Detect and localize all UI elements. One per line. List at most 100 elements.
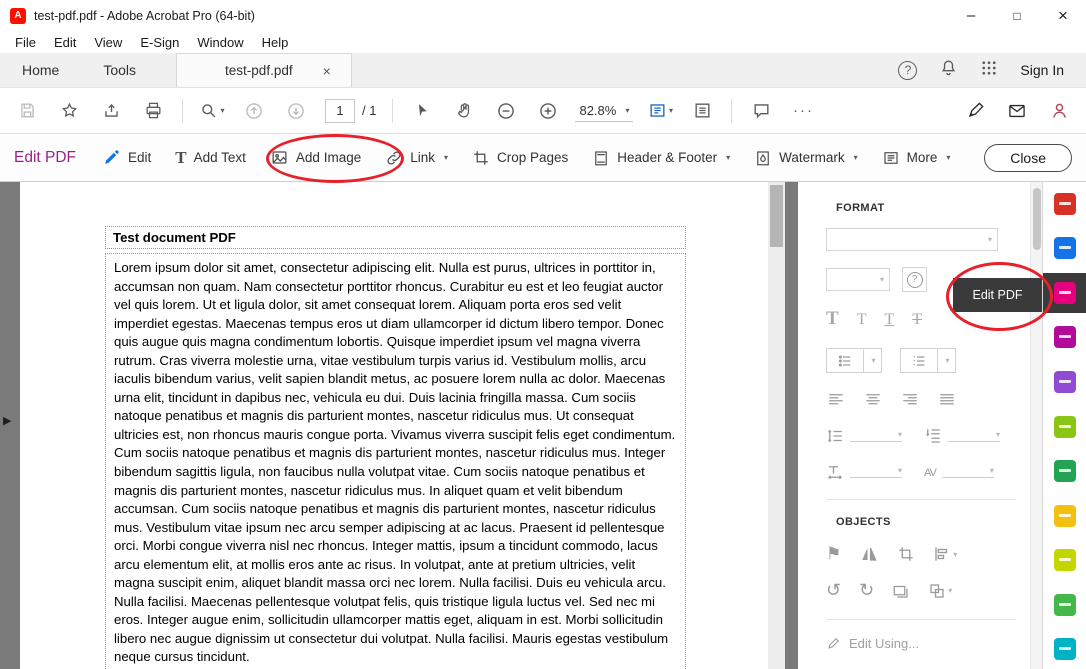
font-size-dropdown[interactable]: [826, 268, 890, 291]
edit-button[interactable]: Edit: [102, 148, 151, 167]
align-right-icon[interactable]: [900, 391, 920, 409]
watermark-label: Watermark: [779, 150, 845, 165]
sign-pen-icon[interactable]: [958, 94, 992, 128]
rail-export-pdf-icon[interactable]: [1043, 184, 1086, 224]
tab-close-icon[interactable]: [319, 63, 335, 79]
rotate-clockwise-icon[interactable]: [859, 580, 874, 601]
panel-scrollbar-thumb[interactable]: [1033, 188, 1041, 250]
rail-create-pdf-icon[interactable]: [1043, 229, 1086, 269]
replace-image-icon[interactable]: [892, 582, 910, 600]
menu-esign[interactable]: E-Sign: [131, 33, 188, 52]
crop-object-icon[interactable]: [897, 545, 915, 563]
rail-prepare-form-icon[interactable]: [1043, 407, 1086, 447]
close-edit-mode-button[interactable]: Close: [984, 144, 1072, 172]
reading-mode-button[interactable]: [685, 94, 719, 128]
chevron-down-icon: [625, 106, 629, 115]
panel-scrollbar[interactable]: [1030, 182, 1042, 669]
rail-compress-pdf-icon[interactable]: [1043, 629, 1086, 669]
chevron-down-icon: [898, 430, 902, 439]
hand-tool-button[interactable]: [447, 94, 481, 128]
align-objects-dropdown[interactable]: [933, 545, 957, 563]
pdf-page[interactable]: Test document PDF Lorem ipsum dolor sit …: [20, 182, 768, 669]
document-scrollbar-thumb[interactable]: [770, 185, 783, 247]
minimize-button[interactable]: [948, 0, 994, 31]
watermark-dropdown-button[interactable]: Watermark: [754, 149, 858, 167]
tab-tools[interactable]: Tools: [81, 53, 158, 87]
sign-in-button[interactable]: Sign In: [1020, 62, 1064, 78]
rail-scan-ocr-icon[interactable]: [1043, 585, 1086, 625]
document-scrollbar[interactable]: [768, 182, 785, 669]
comment-button[interactable]: [744, 94, 778, 128]
strikethrough-icon[interactable]: [912, 311, 922, 329]
chevron-down-icon: [996, 430, 1000, 439]
menu-window[interactable]: Window: [188, 33, 252, 52]
add-text-button[interactable]: Add Text: [175, 148, 246, 168]
help-icon[interactable]: ?: [898, 61, 917, 80]
previous-page-button[interactable]: [237, 94, 271, 128]
menu-edit[interactable]: Edit: [45, 33, 85, 52]
header-footer-dropdown-button[interactable]: Header & Footer: [592, 149, 730, 167]
notifications-bell-icon[interactable]: [939, 58, 958, 82]
search-button[interactable]: [195, 94, 229, 128]
crop-pages-button[interactable]: Crop Pages: [472, 149, 568, 167]
zoom-in-button[interactable]: [531, 94, 565, 128]
header-footer-icon: [592, 149, 610, 167]
font-family-dropdown[interactable]: [826, 228, 998, 251]
zoom-level-dropdown[interactable]: 82.8%: [575, 100, 633, 122]
horizontal-scale-dropdown[interactable]: [850, 466, 902, 478]
chevron-down-icon: [726, 153, 730, 162]
page-number-input[interactable]: [325, 99, 355, 123]
expand-panel-arrow-icon[interactable]: [3, 414, 11, 427]
character-spacing-dropdown[interactable]: [942, 466, 994, 478]
rail-combine-files-icon[interactable]: [1043, 496, 1086, 536]
format-heading: FORMAT: [836, 202, 1016, 214]
share-button[interactable]: [94, 94, 128, 128]
arrange-objects-dropdown[interactable]: [928, 582, 952, 600]
rail-request-signatures-icon[interactable]: [1043, 318, 1086, 358]
font-style-icon[interactable]: [857, 311, 867, 329]
edit-using-button[interactable]: Edit Using...: [826, 636, 1016, 651]
menu-help[interactable]: Help: [253, 33, 298, 52]
line-spacing-dropdown[interactable]: [850, 430, 902, 442]
flip-horizontal-icon[interactable]: [859, 545, 879, 563]
paragraph-spacing-dropdown[interactable]: [948, 430, 1000, 442]
format-help-button[interactable]: ?: [902, 267, 927, 292]
bulleted-list-dropdown[interactable]: [826, 348, 882, 373]
align-left-icon[interactable]: [826, 391, 846, 409]
align-justify-icon[interactable]: [937, 391, 957, 409]
next-page-button[interactable]: [279, 94, 313, 128]
tab-home[interactable]: Home: [0, 53, 81, 87]
page-display-button[interactable]: [643, 94, 677, 128]
rail-organize-pages-icon[interactable]: [1043, 451, 1086, 491]
menu-view[interactable]: View: [85, 33, 131, 52]
objects-heading: OBJECTS: [836, 516, 1016, 528]
more-dropdown-button[interactable]: More: [882, 149, 951, 167]
more-tools-ellipsis[interactable]: ···: [786, 94, 820, 128]
document-body-textblock[interactable]: Lorem ipsum dolor sit amet, consectetur …: [105, 253, 686, 669]
rotate-counterclockwise-icon[interactable]: [826, 580, 841, 601]
favorites-star-button[interactable]: [52, 94, 86, 128]
close-window-button[interactable]: [1040, 0, 1086, 31]
rail-fill-and-sign-icon[interactable]: [1043, 362, 1086, 402]
align-center-icon[interactable]: [863, 391, 883, 409]
arrange-objects-icon: [928, 582, 946, 600]
flip-flag-icon[interactable]: [826, 544, 841, 564]
rail-comment-icon[interactable]: [1043, 540, 1086, 580]
user-profile-icon[interactable]: [1042, 94, 1076, 128]
menu-bar: File Edit View E-Sign Window Help: [0, 31, 1086, 53]
underline-icon[interactable]: [884, 311, 894, 329]
menu-file[interactable]: File: [6, 33, 45, 52]
apps-grid-icon[interactable]: [980, 59, 998, 82]
save-button[interactable]: [10, 94, 44, 128]
tab-document[interactable]: test-pdf.pdf: [176, 53, 352, 87]
panel-divider: [826, 499, 1016, 500]
bold-icon[interactable]: [826, 308, 839, 330]
email-envelope-icon[interactable]: [1000, 94, 1034, 128]
zoom-out-button[interactable]: [489, 94, 523, 128]
print-button[interactable]: [136, 94, 170, 128]
maximize-button[interactable]: [994, 0, 1040, 31]
document-title-textblock[interactable]: Test document PDF: [105, 226, 686, 249]
numbered-list-dropdown[interactable]: [900, 348, 956, 373]
select-tool-button[interactable]: [405, 94, 439, 128]
character-spacing-icon: [924, 463, 936, 481]
